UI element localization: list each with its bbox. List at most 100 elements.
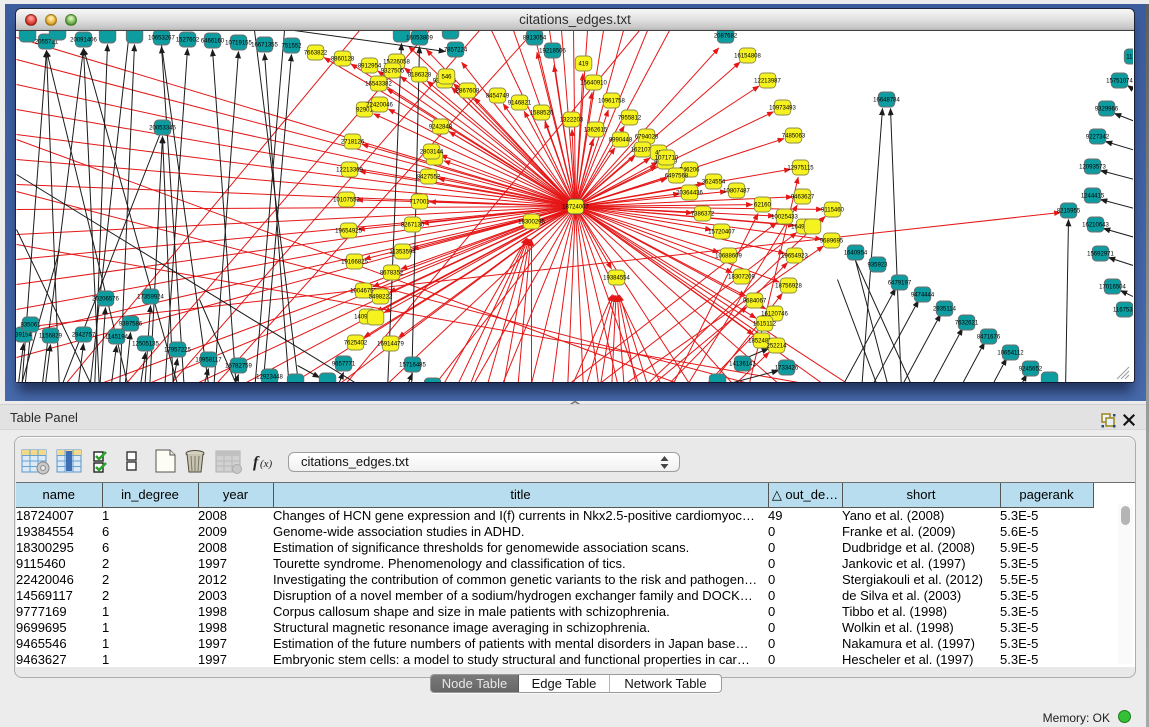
- svg-text:10107552: 10107552: [333, 198, 360, 204]
- svg-text:1145194: 1145194: [105, 335, 129, 341]
- svg-text:18756928: 18756928: [775, 284, 802, 290]
- svg-text:8912954: 8912954: [358, 64, 382, 70]
- svg-text:1112: 1112: [1126, 55, 1133, 61]
- svg-text:9657771: 9657771: [332, 362, 356, 368]
- svg-text:12213369: 12213369: [336, 168, 363, 174]
- svg-text:62160: 62160: [754, 203, 771, 209]
- svg-text:7485063: 7485063: [782, 134, 806, 140]
- svg-text:3624554: 3624554: [702, 180, 726, 186]
- svg-text:16154808: 16154808: [734, 54, 761, 60]
- svg-text:9115460: 9115460: [821, 208, 845, 214]
- svg-text:20206576: 20206576: [92, 297, 119, 303]
- svg-text:10025433: 10025433: [771, 215, 798, 221]
- svg-text:9684067: 9684067: [743, 299, 767, 305]
- svg-text:1362615: 1362615: [584, 128, 608, 134]
- svg-text:20053346: 20053346: [149, 126, 176, 132]
- svg-text:9689695: 9689695: [820, 239, 844, 245]
- svg-text:2935114: 2935114: [933, 307, 957, 313]
- svg-text:8215955: 8215955: [1057, 209, 1081, 215]
- svg-text:8678352: 8678352: [380, 271, 404, 277]
- svg-text:16671355: 16671355: [251, 43, 278, 49]
- svg-text:419: 419: [578, 62, 589, 68]
- svg-text:19218506: 19218506: [539, 49, 566, 55]
- svg-text:1071710: 1071710: [655, 156, 679, 162]
- svg-text:18724007: 18724007: [562, 205, 589, 211]
- svg-text:1733426: 1733426: [775, 366, 799, 372]
- svg-text:7632621: 7632621: [955, 321, 979, 327]
- svg-text:10807487: 10807487: [723, 189, 750, 195]
- svg-text:2087682: 2087682: [714, 34, 738, 40]
- svg-text:17957225: 17957225: [164, 348, 191, 354]
- svg-text:1244415: 1244415: [1081, 194, 1105, 200]
- svg-text:(x): (x): [260, 458, 273, 470]
- svg-text:19654925: 19654925: [335, 229, 362, 235]
- svg-text:16914479: 16914479: [377, 342, 404, 348]
- svg-text:8471676: 8471676: [977, 335, 1001, 341]
- svg-text:f: f: [253, 454, 260, 471]
- svg-text:8813054: 8813054: [523, 36, 547, 42]
- svg-text:9463627: 9463627: [791, 195, 815, 201]
- svg-text:9245652: 9245652: [1019, 367, 1043, 373]
- svg-text:22420046: 22420046: [366, 103, 393, 109]
- svg-text:7386372: 7386372: [691, 212, 715, 218]
- svg-text:14136141: 14136141: [729, 362, 756, 368]
- svg-text:7663822: 7663822: [304, 51, 328, 57]
- svg-text:11353594: 11353594: [389, 250, 416, 256]
- svg-text:10719155: 10719155: [225, 41, 252, 47]
- svg-text:12093573: 12093573: [1079, 165, 1106, 171]
- svg-text:546: 546: [441, 75, 452, 81]
- svg-text:10973493: 10973493: [769, 106, 796, 112]
- svg-text:717001: 717001: [409, 200, 430, 206]
- svg-text:12505135: 12505135: [132, 342, 159, 348]
- svg-text:10958117: 10958117: [195, 358, 222, 364]
- svg-text:12213987: 12213987: [754, 79, 781, 85]
- svg-text:1615112: 1615112: [753, 322, 777, 328]
- svg-text:17016504: 17016504: [1099, 285, 1126, 291]
- svg-text:835061: 835061: [20, 323, 41, 329]
- svg-text:20364436: 20364436: [676, 191, 703, 197]
- svg-text:16782759: 16782759: [225, 364, 252, 370]
- svg-text:12975115: 12975115: [787, 166, 814, 172]
- svg-text:15716485: 15716485: [399, 363, 426, 369]
- svg-text:8427552: 8427552: [417, 175, 441, 181]
- svg-text:9242848: 9242848: [429, 125, 453, 131]
- svg-text:20091406: 20091406: [70, 38, 97, 44]
- svg-text:9227342: 9227342: [1086, 135, 1110, 141]
- svg-text:8267130: 8267130: [401, 223, 425, 229]
- svg-text:1322203: 1322203: [560, 118, 584, 124]
- svg-text:10961758: 10961758: [598, 99, 625, 105]
- svg-text:1527602: 1527602: [176, 38, 200, 44]
- svg-text:751552: 751552: [281, 44, 302, 50]
- svg-text:1167534: 1167534: [1113, 308, 1133, 314]
- svg-text:9474444: 9474444: [911, 293, 935, 299]
- svg-text:39154: 39154: [16, 333, 33, 339]
- svg-text:9327505: 9327505: [381, 69, 405, 75]
- svg-text:252214: 252214: [766, 344, 787, 350]
- svg-text:10654112: 10654112: [997, 351, 1024, 357]
- svg-text:5498222: 5498222: [369, 295, 393, 301]
- svg-text:7857224: 7857224: [444, 48, 468, 54]
- svg-text:6479197: 6479197: [888, 281, 912, 287]
- svg-text:2942757: 2942757: [72, 333, 96, 339]
- svg-text:8990448: 8990448: [609, 138, 633, 144]
- svg-text:9397586: 9397586: [119, 322, 143, 328]
- svg-text:12923448: 12923448: [256, 375, 283, 381]
- svg-text:8454749: 8454749: [486, 94, 510, 100]
- svg-text:18307209: 18307209: [728, 275, 755, 281]
- svg-text:2803144: 2803144: [420, 150, 444, 156]
- svg-text:15720407: 15720407: [708, 230, 735, 236]
- svg-text:16053809: 16053809: [406, 36, 433, 42]
- svg-text:1640954: 1640954: [844, 251, 868, 257]
- svg-text:2718126: 2718126: [341, 140, 365, 146]
- svg-text:19654923: 19654923: [781, 254, 808, 260]
- svg-text:7625402: 7625402: [344, 341, 368, 347]
- svg-text:8186328: 8186328: [408, 73, 432, 79]
- svg-text:7955812: 7955812: [618, 116, 642, 122]
- svg-text:935923: 935923: [867, 263, 888, 269]
- svg-text:15692971: 15692971: [1087, 252, 1114, 258]
- svg-text:9146821: 9146821: [508, 101, 532, 107]
- svg-text:19166825: 19166825: [341, 260, 368, 266]
- svg-text:6497568: 6497568: [665, 174, 689, 180]
- svg-text:6794028: 6794028: [635, 135, 659, 141]
- svg-text:9329966: 9329966: [1095, 107, 1119, 113]
